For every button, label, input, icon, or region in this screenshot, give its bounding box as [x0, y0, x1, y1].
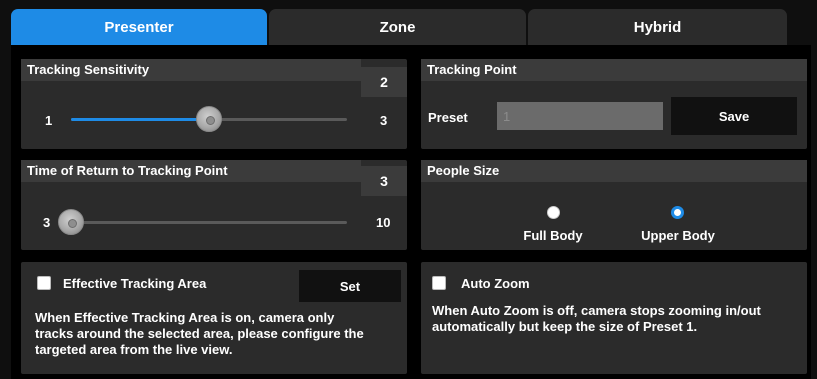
auto-zoom-checkbox[interactable]: [432, 276, 446, 290]
auto-zoom-label: Auto Zoom: [461, 276, 530, 291]
tracking-point-title: Tracking Point: [421, 59, 807, 81]
mode-tabs: Presenter Zone Hybrid: [11, 9, 811, 45]
return-time-value: 3: [361, 166, 407, 196]
tracking-point-panel: Tracking Point Preset Save: [421, 59, 807, 149]
tab-zone[interactable]: Zone: [269, 9, 526, 45]
set-area-button[interactable]: Set: [299, 270, 401, 302]
tracking-sensitivity-title: Tracking Sensitivity: [21, 59, 361, 81]
full-body-radio[interactable]: [547, 206, 560, 219]
auto-zoom-description: When Auto Zoom is off, camera stops zoom…: [432, 303, 761, 334]
slider-min-label: 1: [45, 113, 53, 128]
slider-fill: [71, 118, 209, 121]
auto-zoom-panel: Auto Zoom When Auto Zoom is off, camera …: [421, 262, 807, 374]
return-time-title: Time of Return to Tracking Point: [21, 160, 361, 182]
return-time-slider[interactable]: [71, 221, 347, 224]
slider-thumb[interactable]: [58, 209, 84, 235]
slider-thumb[interactable]: [196, 106, 222, 132]
slider-max-label: 10: [376, 215, 391, 230]
preset-label: Preset: [428, 110, 468, 125]
upper-body-radio[interactable]: [671, 206, 684, 219]
return-time-panel: Time of Return to Tracking Point 3 3 10: [21, 160, 407, 250]
preset-input[interactable]: [497, 102, 663, 130]
people-size-panel: People Size Full Body Upper Body: [421, 160, 807, 250]
tracking-sensitivity-panel: Tracking Sensitivity 2 1 3: [21, 59, 407, 149]
slider-min-label: 3: [43, 215, 51, 230]
settings-area: Tracking Sensitivity 2 1 3 Tracking Poin…: [11, 45, 811, 379]
tab-presenter[interactable]: Presenter: [11, 9, 267, 45]
tracking-area-checkbox[interactable]: [37, 276, 51, 290]
tracking-area-description: When Effective Tracking Area is on, came…: [35, 310, 364, 357]
tracking-sensitivity-value: 2: [361, 67, 407, 97]
tracking-area-label: Effective Tracking Area: [63, 276, 207, 291]
people-size-title: People Size: [421, 160, 807, 182]
tab-hybrid[interactable]: Hybrid: [528, 9, 787, 45]
slider-max-label: 3: [380, 113, 388, 128]
full-body-label: Full Body: [523, 228, 583, 243]
save-button[interactable]: Save: [671, 97, 797, 135]
upper-body-label: Upper Body: [641, 228, 715, 243]
tracking-area-panel: Effective Tracking Area Set When Effecti…: [21, 262, 407, 374]
